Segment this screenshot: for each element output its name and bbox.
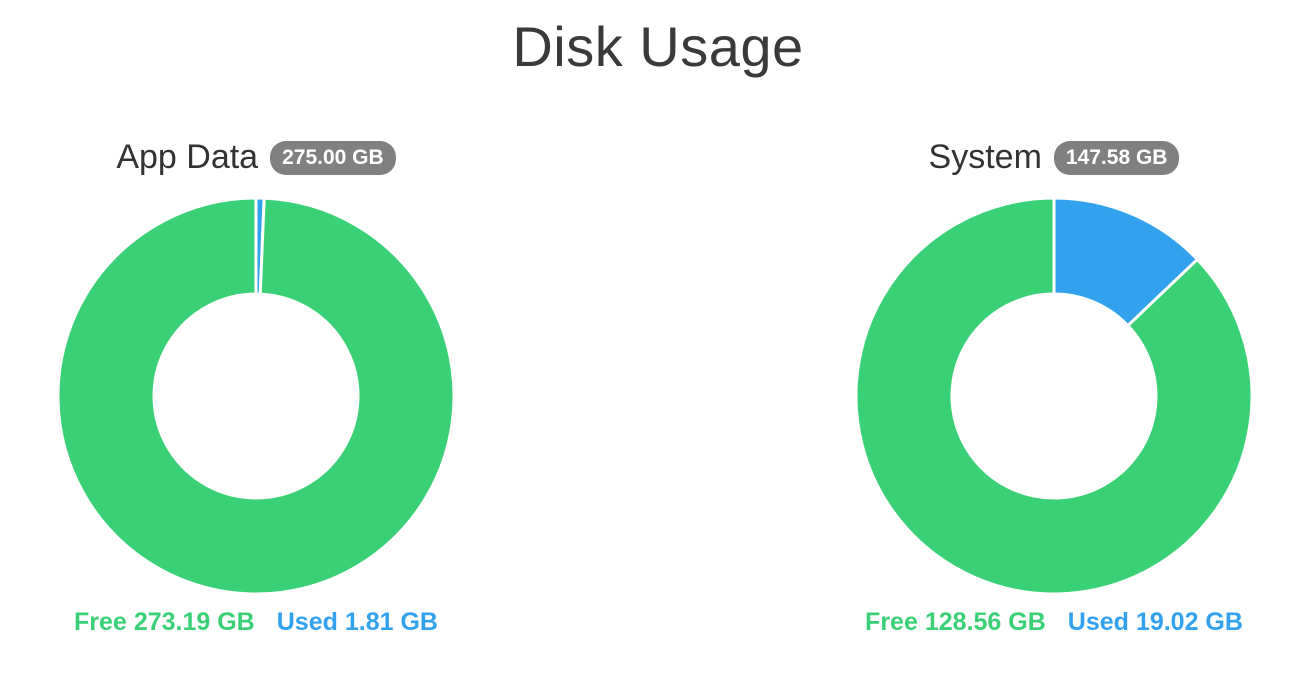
legend-free-value: 273.19 GB: [133, 608, 255, 636]
legend-used-value: 1.81 GB: [344, 608, 438, 636]
app-data-legend-free: Free 273.19 GB: [74, 608, 255, 637]
system-size-badge: 147.58 GB: [1053, 140, 1180, 175]
system-panel: System 147.58 GB Free 128.56 GB Used 19.…: [834, 0, 1274, 682]
app-data-size-badge: 275.00 GB: [270, 140, 396, 175]
legend-used-value: 19.02 GB: [1135, 608, 1243, 636]
legend-used-label: Used: [1067, 608, 1129, 636]
app-data-title: App Data: [116, 138, 259, 176]
app-data-donut-chart: [56, 196, 456, 596]
system-legend-free: Free 128.56 GB: [865, 608, 1046, 637]
legend-used-label: Used: [276, 608, 338, 636]
system-donut-chart: [854, 196, 1254, 596]
system-legend: Free 128.56 GB Used 19.02 GB: [834, 608, 1274, 637]
legend-free-label: Free: [74, 608, 127, 636]
system-legend-used: Used 19.02 GB: [1068, 608, 1243, 637]
app-data-legend: Free 273.19 GB Used 1.81 GB: [36, 608, 476, 637]
system-title: System: [928, 138, 1042, 176]
system-header: System 147.58 GB: [834, 138, 1274, 177]
app-data-legend-used: Used 1.81 GB: [277, 608, 438, 637]
legend-free-value: 128.56 GB: [924, 608, 1046, 636]
app-data-panel: App Data 275.00 GB Free 273.19 GB Used 1…: [36, 0, 476, 682]
app-data-header: App Data 275.00 GB: [36, 138, 476, 177]
legend-free-label: Free: [865, 608, 918, 636]
donut-slice-free[interactable]: [56, 196, 456, 596]
